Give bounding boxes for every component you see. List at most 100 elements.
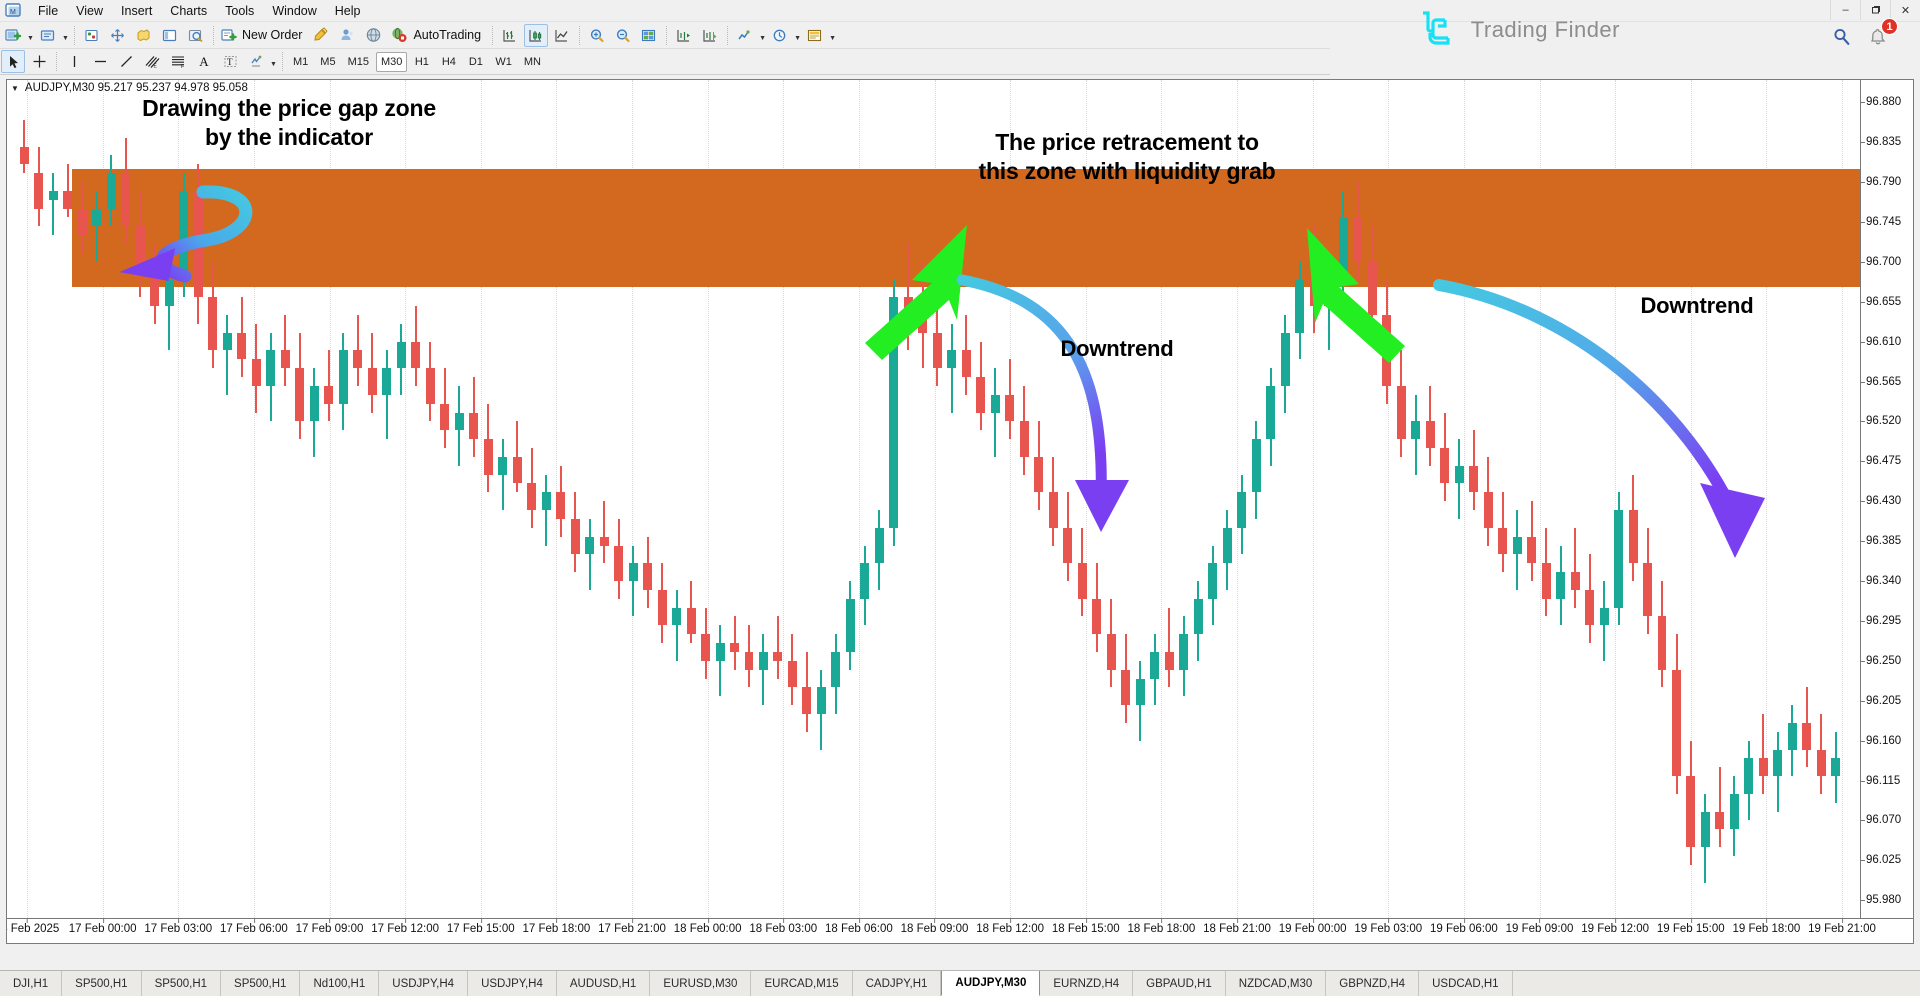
crosshair-tool[interactable] — [27, 50, 51, 73]
navigator-button[interactable] — [132, 24, 156, 47]
chart-tab[interactable]: GBPAUD,H1 — [1133, 971, 1226, 996]
menu-item-insert[interactable]: Insert — [112, 2, 161, 20]
search-icon[interactable] — [1832, 27, 1852, 52]
candle-body — [324, 385, 334, 404]
chart-tab[interactable]: EURUSD,M30 — [650, 971, 752, 996]
expert-advisors-button[interactable] — [336, 24, 360, 47]
market-watch-button[interactable] — [80, 24, 104, 47]
chart-tab[interactable]: SP500,H1 — [221, 971, 301, 996]
time-tick: 19 Feb 21:00 — [1808, 918, 1876, 935]
cursor-tool[interactable] — [1, 50, 25, 73]
horizontal-line-tool[interactable] — [88, 50, 112, 73]
candle-body — [396, 341, 406, 369]
zoom-in-button[interactable] — [585, 24, 609, 47]
chart-shift-button[interactable] — [698, 24, 722, 47]
period-button-m5[interactable]: M5 — [315, 52, 340, 72]
fibonacci-tool[interactable]: F — [166, 50, 190, 73]
bar-chart-button[interactable] — [498, 24, 522, 47]
chart-tab[interactable]: USDJPY,H4 — [468, 971, 557, 996]
text-tool[interactable]: A — [192, 50, 216, 73]
text-label-tool[interactable]: T — [218, 50, 242, 73]
chart-tab[interactable]: EURCAD,M15 — [751, 971, 853, 996]
candle-wick — [762, 634, 765, 706]
new-chart-button[interactable] — [1, 24, 25, 47]
chart-window[interactable]: 96.880 96.835 96.790 96.745 96.700 96.655 96.6… — [6, 79, 1914, 944]
candlestick-chart-button[interactable] — [524, 23, 549, 47]
profiles-button[interactable] — [36, 24, 60, 47]
templates-caret-icon[interactable]: ▼ — [828, 24, 837, 47]
chart-tab[interactable]: EURNZD,H4 — [1040, 971, 1134, 996]
time-axis[interactable]: 14 Feb 2025 17 Feb 00:00 17 Feb 03:00 17 Fe… — [7, 918, 1913, 943]
period-button-m30[interactable]: M30 — [375, 51, 408, 72]
chart-tab[interactable]: USDCAD,H1 — [1419, 971, 1513, 996]
templates-button[interactable] — [803, 24, 827, 47]
candle-body — [701, 634, 710, 661]
period-button-m1[interactable]: M1 — [288, 52, 313, 72]
chart-tab[interactable]: NZDCAD,M30 — [1226, 971, 1327, 996]
menu-item-help[interactable]: Help — [326, 2, 370, 20]
autotrading-button[interactable]: AutoTrading — [387, 24, 488, 47]
candle-body — [1440, 448, 1450, 484]
menu-item-charts[interactable]: Charts — [161, 2, 216, 20]
price-axis[interactable]: 96.880 96.835 96.790 96.745 96.700 96.655 96.6… — [1860, 80, 1913, 918]
auto-scroll-button[interactable] — [672, 24, 696, 47]
chart-tab[interactable]: GBPNZD,H4 — [1326, 971, 1420, 996]
candle-body — [251, 359, 261, 386]
price-tick: 96.160 — [1860, 734, 1902, 747]
trading-finder-logo — [1422, 11, 1450, 45]
candle-body — [1425, 421, 1435, 448]
candle-body — [1396, 385, 1406, 440]
toolbar-separator — [74, 25, 75, 45]
chart-tab[interactable]: CADJPY,H1 — [853, 971, 942, 996]
mql5-community-button[interactable] — [362, 24, 386, 47]
close-button[interactable]: ✕ — [1890, 0, 1920, 20]
chart-tab[interactable]: AUDJPY,M30 — [941, 971, 1041, 996]
notification-bell-icon[interactable]: 1 — [1868, 18, 1898, 52]
candle-body — [657, 589, 667, 626]
price-tick: 96.880 — [1860, 96, 1902, 109]
period-button-m15[interactable]: M15 — [343, 52, 374, 72]
indicators-button[interactable] — [733, 24, 757, 47]
chart-tab[interactable]: SP500,H1 — [62, 971, 142, 996]
candle-body — [425, 368, 435, 404]
chart-tab[interactable]: USDJPY,H4 — [379, 971, 469, 996]
new-chart-caret-icon[interactable]: ▼ — [26, 24, 35, 47]
minimize-button[interactable]: – — [1830, 0, 1860, 20]
new-order-button[interactable]: New Order — [218, 24, 309, 47]
chart-tab[interactable]: SP500,H1 — [142, 971, 222, 996]
restore-button[interactable] — [1860, 0, 1890, 20]
menu-item-file[interactable]: File — [29, 2, 67, 20]
arrows-tool[interactable] — [244, 50, 268, 73]
data-window-button[interactable] — [106, 24, 130, 47]
zoom-out-button[interactable] — [611, 24, 635, 47]
chart-tab[interactable]: Nd100,H1 — [300, 971, 380, 996]
arrows-caret-icon[interactable]: ▼ — [269, 50, 278, 73]
menu-item-tools[interactable]: Tools — [216, 2, 263, 20]
vertical-line-tool[interactable] — [62, 50, 86, 73]
period-button-w1[interactable]: W1 — [490, 52, 517, 72]
period-button-d1[interactable]: D1 — [463, 52, 488, 72]
menu-item-view[interactable]: View — [67, 2, 112, 20]
chart-plot-area[interactable] — [7, 80, 1862, 918]
tile-windows-button[interactable] — [637, 24, 661, 47]
period-button-mn[interactable]: MN — [519, 52, 546, 72]
period-button-h4[interactable]: H4 — [436, 52, 461, 72]
period-button-h1[interactable]: H1 — [409, 52, 434, 72]
metaeditor-button[interactable] — [310, 24, 334, 47]
line-chart-button[interactable] — [550, 24, 574, 47]
chart-tab[interactable]: DJI,H1 — [0, 971, 63, 996]
terminal-button[interactable] — [158, 24, 182, 47]
strategy-tester-button[interactable] — [184, 24, 208, 47]
periods-button[interactable] — [768, 24, 792, 47]
candle-body — [1585, 589, 1595, 626]
equidistant-channel-tool[interactable]: E — [140, 50, 164, 73]
profiles-caret-icon[interactable]: ▼ — [61, 24, 70, 47]
chart-header-caret-icon[interactable]: ▼ — [11, 84, 19, 93]
time-tick: 17 Feb 06:00 — [219, 918, 288, 935]
periods-caret-icon[interactable]: ▼ — [793, 24, 802, 47]
indicators-caret-icon[interactable]: ▼ — [758, 24, 767, 47]
chart-tab[interactable]: AUDUSD,H1 — [557, 971, 651, 996]
annotation-price-retracement: The price retracement to this zone with … — [978, 129, 1276, 184]
menu-item-window[interactable]: Window — [263, 2, 325, 20]
trendline-tool[interactable] — [114, 50, 138, 73]
